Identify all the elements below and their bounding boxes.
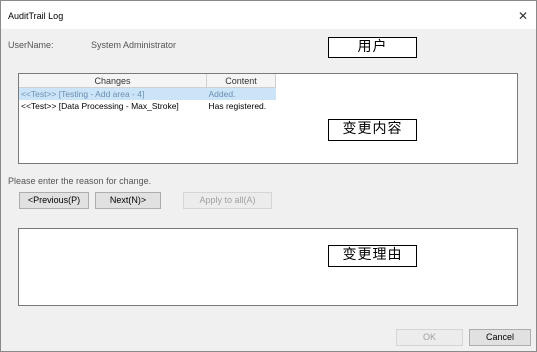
row-changes-cell: <<Test>> [Data Processing - Max_Stroke] <box>21 101 179 111</box>
annotation-user: 用户 <box>328 37 417 58</box>
apply-to-all-button[interactable]: Apply to all(A) <box>183 192 272 209</box>
changes-table: Changes Content <<Test>> [Testing - Add … <box>19 74 276 112</box>
ok-button[interactable]: OK <box>396 329 463 346</box>
row-content-cell: Added. <box>206 87 276 100</box>
audit-trail-dialog: AuditTrail Log ✕ UserName: System Admini… <box>0 0 537 352</box>
column-header-content[interactable]: Content <box>206 74 276 88</box>
username-label: UserName: <box>8 40 54 50</box>
cancel-button[interactable]: Cancel <box>469 329 531 346</box>
close-icon[interactable]: ✕ <box>518 9 528 23</box>
window-title: AuditTrail Log <box>8 11 64 21</box>
table-row[interactable]: <<Test>> [Testing - Add area - 4] Added. <box>19 87 276 100</box>
next-button[interactable]: Next(N)> <box>95 192 161 209</box>
annotation-reason: 变更理由 <box>328 245 417 267</box>
reason-textarea[interactable] <box>18 228 518 306</box>
title-bar: AuditTrail Log ✕ <box>1 1 536 29</box>
previous-button[interactable]: <Previous(P) <box>19 192 89 209</box>
row-content-cell: Has registered. <box>208 101 267 111</box>
username-value: System Administrator <box>91 40 177 50</box>
table-row[interactable]: <<Test>> [Data Processing - Max_Stroke] … <box>19 100 276 112</box>
annotation-changes: 变更内容 <box>328 119 417 141</box>
reason-prompt: Please enter the reason for change. <box>8 176 152 186</box>
row-changes-cell: <<Test>> [Testing - Add area - 4] <box>19 87 207 100</box>
table-header-row: Changes Content <box>19 74 276 88</box>
column-header-changes[interactable]: Changes <box>19 74 207 88</box>
changes-list[interactable]: Changes Content <<Test>> [Testing - Add … <box>18 73 518 164</box>
